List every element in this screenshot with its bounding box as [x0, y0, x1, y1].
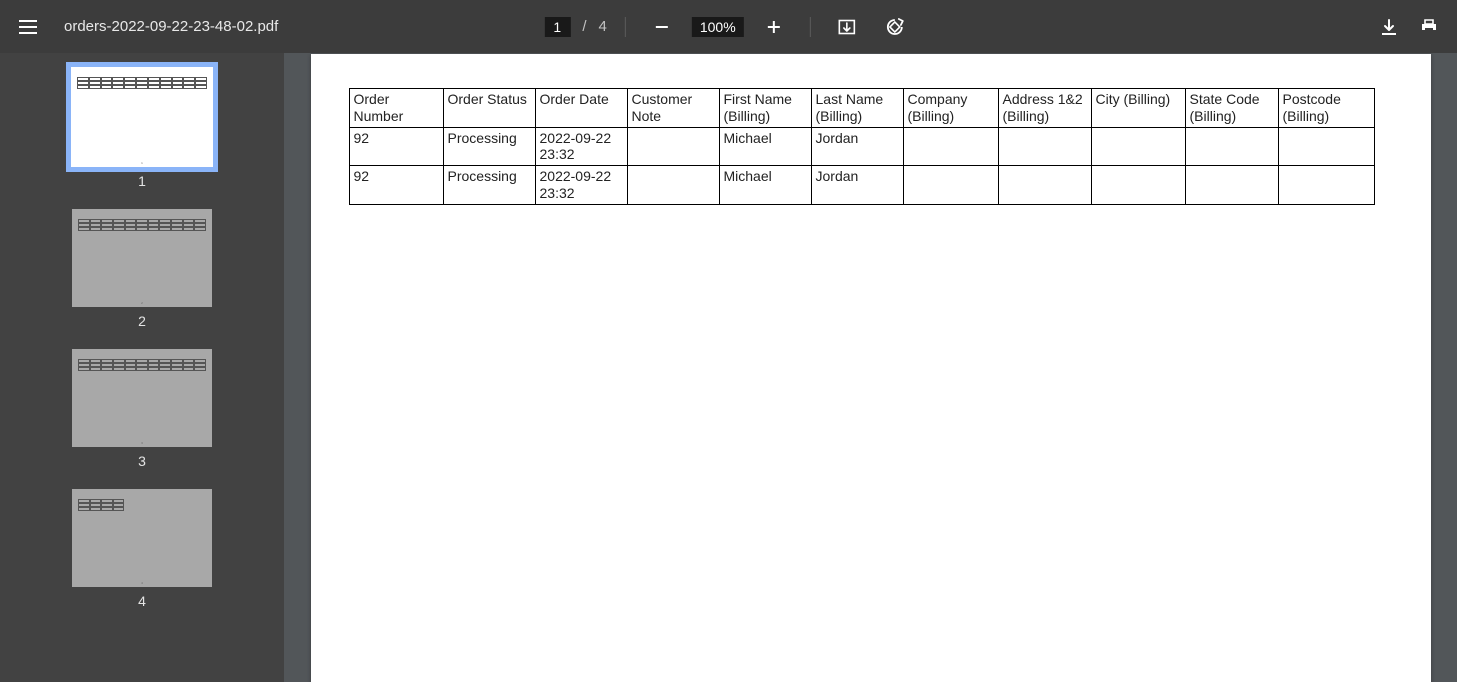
toolbar-divider — [810, 17, 811, 37]
thumbnail-item: 4 4 — [72, 489, 212, 609]
col-city: City (Billing) — [1091, 89, 1185, 128]
hamburger-icon — [19, 20, 37, 34]
cell-order-date: 2022-09-22 23:32 — [535, 166, 627, 205]
cell-customer-note — [627, 166, 719, 205]
thumbnail-label: 1 — [138, 173, 146, 189]
zoom-level: 100% — [692, 17, 744, 37]
col-company: Company (Billing) — [903, 89, 998, 128]
cell-state — [1185, 166, 1278, 205]
thumbnail-label: 3 — [138, 453, 146, 469]
orders-table: Order Number Order Status Order Date Cus… — [349, 88, 1375, 205]
cell-customer-note — [627, 127, 719, 166]
thumbnail-page-2[interactable]: 2 — [72, 209, 212, 307]
thumbnail-page-1[interactable]: 1 — [71, 67, 213, 167]
cell-order-status: Processing — [443, 166, 535, 205]
page-viewport[interactable]: Order Number Order Status Order Date Cus… — [284, 53, 1457, 682]
content-area: 1 1 2 2 — [0, 53, 1457, 682]
cell-last-name: Jordan — [811, 166, 903, 205]
cell-company — [903, 127, 998, 166]
zoom-in-button[interactable] — [756, 9, 792, 45]
table-header-row: Order Number Order Status Order Date Cus… — [349, 89, 1374, 128]
file-name: orders-2022-09-22-23-48-02.pdf — [64, 18, 278, 35]
table-row: 92 Processing 2022-09-22 23:32 Michael J… — [349, 166, 1374, 205]
thumbnail-item: 1 1 — [71, 67, 213, 189]
col-order-number: Order Number — [349, 89, 443, 128]
page-number-input[interactable] — [544, 17, 570, 37]
cell-address — [998, 127, 1091, 166]
col-last-name: Last Name (Billing) — [811, 89, 903, 128]
page-total: 4 — [599, 18, 607, 35]
page-separator: / — [582, 18, 586, 35]
cell-last-name: Jordan — [811, 127, 903, 166]
thumbnails-sidebar[interactable]: 1 1 2 2 — [0, 53, 284, 682]
col-postcode: Postcode (Billing) — [1278, 89, 1374, 128]
plus-icon — [767, 20, 781, 34]
cell-company — [903, 166, 998, 205]
print-icon — [1420, 18, 1438, 36]
menu-button[interactable] — [10, 9, 46, 45]
fit-page-button[interactable] — [829, 9, 865, 45]
rotate-button[interactable] — [877, 9, 913, 45]
cell-city — [1091, 166, 1185, 205]
table-row: 92 Processing 2022-09-22 23:32 Michael J… — [349, 127, 1374, 166]
cell-first-name: Michael — [719, 166, 811, 205]
fit-to-page-icon — [838, 18, 856, 36]
cell-first-name: Michael — [719, 127, 811, 166]
rotate-icon — [885, 17, 905, 37]
thumbnail-label: 2 — [138, 313, 146, 329]
pdf-page: Order Number Order Status Order Date Cus… — [311, 54, 1431, 682]
thumbnail-item: 3 3 — [72, 349, 212, 469]
thumbnail-item: 2 2 — [72, 209, 212, 329]
thumbnail-label: 4 — [138, 593, 146, 609]
thumbnail-page-3[interactable]: 3 — [72, 349, 212, 447]
cell-city — [1091, 127, 1185, 166]
download-button[interactable] — [1371, 9, 1407, 45]
pdf-toolbar: orders-2022-09-22-23-48-02.pdf / 4 100% — [0, 0, 1457, 53]
toolbar-left: orders-2022-09-22-23-48-02.pdf — [0, 9, 278, 45]
cell-address — [998, 166, 1091, 205]
cell-order-status: Processing — [443, 127, 535, 166]
cell-postcode — [1278, 166, 1374, 205]
col-customer-note: Customer Note — [627, 89, 719, 128]
download-icon — [1380, 18, 1398, 36]
col-state: State Code (Billing) — [1185, 89, 1278, 128]
cell-state — [1185, 127, 1278, 166]
col-order-date: Order Date — [535, 89, 627, 128]
toolbar-right — [1371, 9, 1457, 45]
minus-icon — [655, 20, 669, 34]
toolbar-divider — [625, 17, 626, 37]
col-address: Address 1&2 (Billing) — [998, 89, 1091, 128]
zoom-out-button[interactable] — [644, 9, 680, 45]
print-button[interactable] — [1411, 9, 1447, 45]
cell-order-number: 92 — [349, 166, 443, 205]
cell-postcode — [1278, 127, 1374, 166]
thumbnail-page-4[interactable]: 4 — [72, 489, 212, 587]
cell-order-number: 92 — [349, 127, 443, 166]
col-first-name: First Name (Billing) — [719, 89, 811, 128]
toolbar-center: / 4 100% — [544, 9, 912, 45]
cell-order-date: 2022-09-22 23:32 — [535, 127, 627, 166]
col-order-status: Order Status — [443, 89, 535, 128]
